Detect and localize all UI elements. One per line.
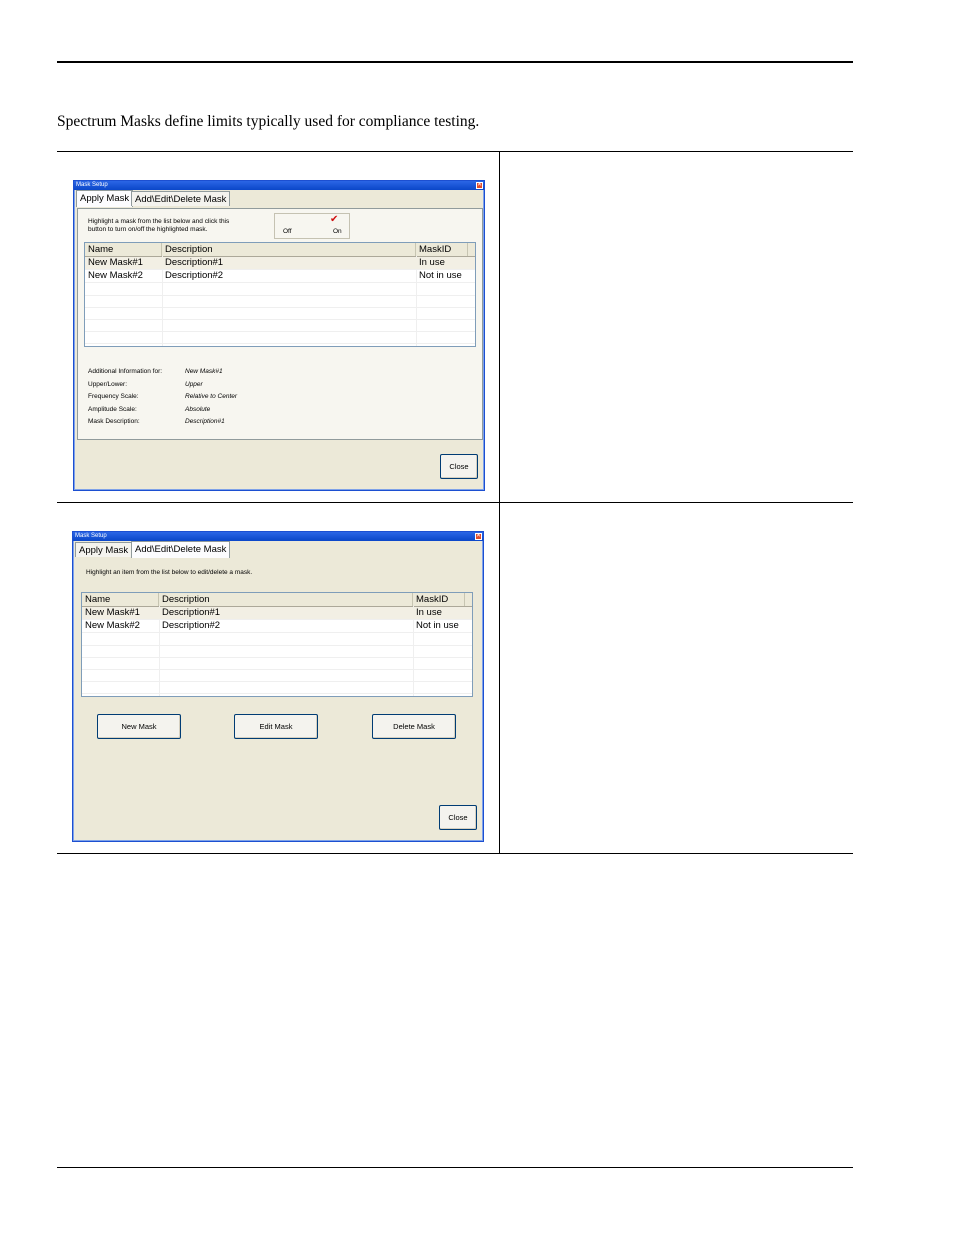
upper-lower-value: Upper — [185, 381, 203, 388]
footer-rule — [57, 1167, 853, 1168]
tab-add-edit-delete-mask[interactable]: Add\Edit\Delete Mask — [131, 191, 231, 206]
column-header-name[interactable]: Name — [82, 593, 159, 606]
cell-description: Description#2 — [165, 270, 224, 281]
close-icon[interactable]: ✕ — [476, 182, 483, 189]
upper-lower-label: Upper/Lower: — [88, 381, 128, 388]
tab-add-edit-delete-mask[interactable]: Add\Edit\Delete Mask — [131, 541, 231, 558]
mask-list[interactable]: Name Description MaskID New Mask#1 Descr… — [81, 592, 473, 697]
amplitude-scale-value: Absolute — [185, 406, 211, 413]
mask-on-off-toggle[interactable]: ✔ Off On — [274, 213, 350, 239]
title-bar: Mask Setup ✕ — [73, 532, 483, 541]
intro-paragraph: Spectrum Masks define limits typically u… — [57, 113, 480, 130]
window-title: Mask Setup — [76, 182, 108, 188]
delete-mask-button[interactable]: Delete Mask — [372, 714, 456, 739]
cell-description: Description#1 — [162, 607, 221, 618]
apply-mask-panel: Highlight a mask from the list below and… — [77, 208, 483, 440]
column-header-name[interactable]: Name — [85, 243, 162, 256]
cell-description: Description#1 — [165, 257, 224, 268]
additional-info-value: New Mask#1 — [185, 368, 223, 375]
column-header-description[interactable]: Description — [162, 243, 416, 256]
column-header-maskid[interactable]: MaskID — [413, 593, 465, 606]
table-row[interactable]: New Mask#2 Description#2 Not in use — [82, 620, 472, 633]
mask-description-value: Description#1 — [185, 418, 225, 425]
frequency-scale-value: Relative to Center — [185, 393, 238, 400]
frequency-scale-label: Frequency Scale: — [88, 393, 139, 400]
cell-name: New Mask#1 — [85, 607, 140, 618]
table-bottom-rule — [57, 853, 853, 854]
new-mask-button[interactable]: New Mask — [97, 714, 181, 739]
table-row[interactable]: New Mask#1 Description#1 In use — [85, 257, 475, 270]
tab-apply-mask[interactable]: Apply Mask — [76, 190, 134, 207]
column-header-maskid[interactable]: MaskID — [416, 243, 468, 256]
mask-list[interactable]: Name Description MaskID New Mask#1 Descr… — [84, 242, 476, 347]
cell-description: Description#2 — [162, 620, 221, 631]
table-row[interactable]: New Mask#1 Description#1 In use — [82, 607, 472, 620]
mask-description-label: Mask Description: — [88, 418, 140, 425]
mask-setup-window-apply: Mask Setup ✕ Apply Mask Add\Edit\Delete … — [73, 180, 485, 491]
edit-mask-button[interactable]: Edit Mask — [234, 714, 318, 739]
close-button[interactable]: Close — [440, 454, 478, 479]
cell-maskid: Not in use — [419, 270, 462, 281]
mask-setup-window-edit: Mask Setup ✕ Apply Mask Add\Edit\Delete … — [72, 531, 484, 842]
cell-name: New Mask#1 — [88, 257, 143, 268]
amplitude-scale-label: Amplitude Scale: — [88, 406, 137, 413]
tab-apply-mask[interactable]: Apply Mask — [75, 542, 133, 557]
instruction-line-2: button to turn on/off the highlighted ma… — [88, 226, 208, 233]
column-header-description[interactable]: Description — [159, 593, 413, 606]
table-row[interactable]: New Mask#2 Description#2 Not in use — [85, 270, 475, 283]
header-rule — [57, 61, 853, 63]
table-mid-rule — [57, 502, 853, 503]
window-title: Mask Setup — [75, 533, 107, 539]
table-column-divider — [499, 151, 500, 854]
empty-row — [85, 331, 475, 344]
list-header: Name Description MaskID — [85, 243, 475, 257]
list-header: Name Description MaskID — [82, 593, 472, 607]
cell-name: New Mask#2 — [88, 270, 143, 281]
cell-name: New Mask#2 — [85, 620, 140, 631]
empty-row — [82, 681, 472, 694]
checkmark-icon: ✔ — [330, 214, 339, 225]
toggle-off-label: Off — [283, 228, 292, 235]
additional-info-label: Additional Information for: — [88, 368, 163, 375]
close-icon[interactable]: ✕ — [475, 533, 482, 540]
table-top-rule — [57, 151, 853, 152]
title-bar: Mask Setup ✕ — [74, 181, 484, 190]
instruction-line-1: Highlight a mask from the list below and… — [88, 218, 230, 225]
cell-maskid: In use — [419, 257, 445, 268]
close-button[interactable]: Close — [439, 805, 477, 830]
cell-maskid: In use — [416, 607, 442, 618]
toggle-on-label: On — [333, 228, 342, 235]
instruction-text: Highlight an item from the list below to… — [86, 569, 253, 576]
cell-maskid: Not in use — [416, 620, 459, 631]
